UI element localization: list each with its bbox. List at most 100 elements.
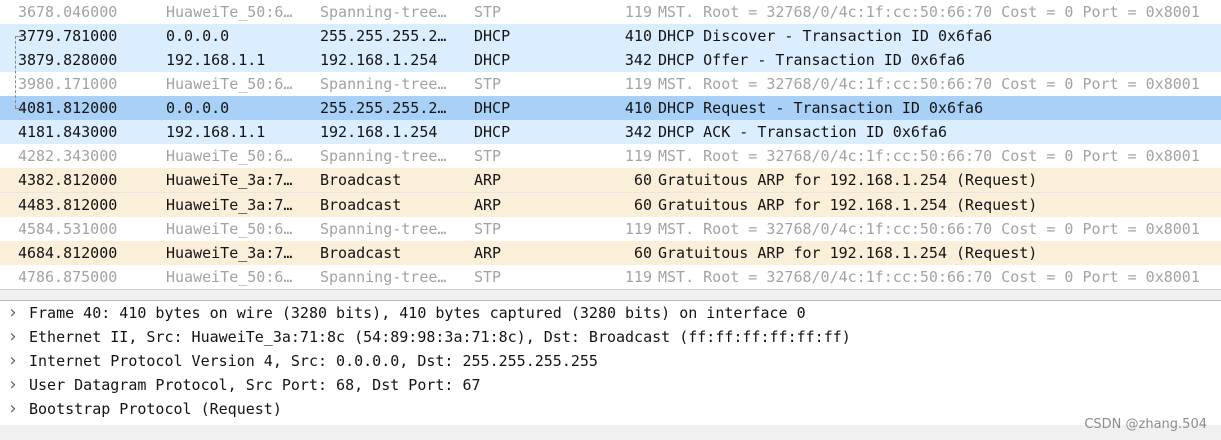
packet-source: HuaweiTe_3a:7…	[166, 171, 293, 189]
packet-time: 83.812000	[36, 196, 118, 214]
packet-row[interactable]: 37 79.781000 0.0.0.0 255.255.255.2… DHCP 410 D…	[0, 24, 1221, 48]
pane-splitter[interactable]	[0, 289, 1221, 301]
watermark: CSDN @zhang.504	[1084, 417, 1207, 432]
packet-info: MST. Root = 32768/0/4c:1f:cc:50:66:70 Co…	[658, 268, 1200, 286]
packet-row[interactable]: 41 81.843000 192.168.1.1 192.168.1.254 DHCP 3…	[0, 120, 1221, 144]
packet-info: Gratuitous ARP for 192.168.1.254 (Reques…	[658, 171, 1038, 189]
packet-row[interactable]: 47 86.875000 HuaweiTe_50:6… Spanning-tree… S…	[0, 265, 1221, 289]
chevron-right-icon[interactable]: ›	[6, 397, 20, 421]
packet-length: 342	[624, 51, 652, 69]
packet-number: 44	[17, 196, 36, 214]
detail-item-label: User Datagram Protocol, Src Port: 68, Ds…	[29, 376, 481, 394]
packet-info: DHCP ACK - Transaction ID 0x6fa6	[658, 123, 947, 141]
detail-tree-item[interactable]: › User Datagram Protocol, Src Port: 68, D…	[0, 373, 1221, 397]
packet-info: DHCP Discover - Transaction ID 0x6fa6	[658, 27, 993, 45]
packet-protocol: ARP	[474, 244, 502, 262]
packet-number: 36	[17, 3, 36, 21]
packet-protocol: DHCP	[474, 51, 511, 69]
packet-length: 119	[624, 268, 652, 286]
packet-source: HuaweiTe_3a:7…	[166, 196, 293, 214]
packet-time: 81.812000	[36, 99, 118, 117]
packet-source: 192.168.1.1	[166, 123, 266, 141]
packet-protocol: STP	[474, 3, 502, 21]
packet-protocol: ARP	[474, 171, 502, 189]
packet-destination: Spanning-tree…	[320, 268, 447, 286]
packet-destination: Broadcast	[320, 244, 402, 262]
packet-row[interactable]: 40 81.812000 0.0.0.0 255.255.255.2… DHCP 410 D…	[0, 96, 1221, 120]
related-packets-line	[15, 36, 16, 108]
packet-details-pane[interactable]: › Frame 40: 410 bytes on wire (3280 bits)…	[0, 301, 1221, 440]
packet-row[interactable]: 45 84.531000 HuaweiTe_50:6… Spanning-tree… S…	[0, 217, 1221, 241]
packet-time: 84.812000	[36, 244, 118, 262]
packet-info: MST. Root = 32768/0/4c:1f:cc:50:66:70 Co…	[658, 75, 1200, 93]
chevron-right-icon[interactable]: ›	[6, 301, 20, 325]
packet-destination: Spanning-tree…	[320, 3, 447, 21]
chevron-right-icon[interactable]: ›	[6, 349, 20, 373]
packet-length: 342	[624, 123, 652, 141]
packet-number: 41	[17, 123, 36, 141]
packet-number: 42	[17, 147, 36, 165]
detail-tree-item[interactable]: › Frame 40: 410 bytes on wire (3280 bits)…	[0, 301, 1221, 325]
detail-item-label: Frame 40: 410 bytes on wire (3280 bits),…	[29, 304, 806, 322]
detail-item-label: Ethernet II, Src: HuaweiTe_3a:71:8c (54:…	[29, 328, 851, 346]
packet-number: 45	[17, 220, 36, 238]
packet-info: Gratuitous ARP for 192.168.1.254 (Reques…	[658, 196, 1038, 214]
wireshark-window: 36 78.046000 HuaweiTe_50:6… Spanning-tree… S…	[0, 0, 1221, 440]
packet-length: 119	[624, 3, 652, 21]
packet-source: 192.168.1.1	[166, 51, 266, 69]
chevron-right-icon[interactable]: ›	[6, 373, 20, 397]
packet-info: Gratuitous ARP for 192.168.1.254 (Reques…	[658, 244, 1038, 262]
packet-destination: Spanning-tree…	[320, 75, 447, 93]
packet-length: 119	[624, 75, 652, 93]
packet-destination: Spanning-tree…	[320, 220, 447, 238]
packet-source: HuaweiTe_50:6…	[166, 268, 293, 286]
packet-time: 79.828000	[36, 51, 118, 69]
packet-info: DHCP Request - Transaction ID 0x6fa6	[658, 99, 984, 117]
packet-destination: Spanning-tree…	[320, 147, 447, 165]
detail-item-label: Internet Protocol Version 4, Src: 0.0.0.…	[29, 352, 598, 370]
related-packet-start-tick	[15, 36, 23, 37]
packet-number: 43	[17, 171, 36, 189]
packet-time: 78.046000	[36, 3, 118, 21]
packet-time: 79.781000	[36, 27, 118, 45]
packet-protocol: STP	[474, 147, 502, 165]
details-empty-area	[0, 425, 1221, 440]
packet-info: DHCP Offer - Transaction ID 0x6fa6	[658, 51, 966, 69]
packet-length: 119	[624, 147, 652, 165]
detail-item-label: Bootstrap Protocol (Request)	[29, 400, 282, 418]
packet-row[interactable]: 39 80.171000 HuaweiTe_50:6… Spanning-tree… S…	[0, 72, 1221, 96]
packet-time: 80.171000	[36, 75, 118, 93]
packet-time: 82.343000	[36, 147, 118, 165]
packet-row[interactable]: 42 82.343000 HuaweiTe_50:6… Spanning-tree… S…	[0, 144, 1221, 168]
packet-list[interactable]: 36 78.046000 HuaweiTe_50:6… Spanning-tree… S…	[0, 0, 1221, 289]
chevron-right-icon[interactable]: ›	[6, 325, 20, 349]
packet-source: HuaweiTe_50:6…	[166, 147, 293, 165]
packet-number: 47	[17, 268, 36, 286]
packet-protocol: ARP	[474, 196, 502, 214]
packet-number: 46	[17, 244, 36, 262]
packet-source: HuaweiTe_50:6…	[166, 220, 293, 238]
packet-row[interactable]: 46 84.812000 HuaweiTe_3a:7… Broadcast ARP 60 G…	[0, 241, 1221, 265]
detail-tree-item[interactable]: › Ethernet II, Src: HuaweiTe_3a:71:8c (54…	[0, 325, 1221, 349]
detail-tree-item[interactable]: › Internet Protocol Version 4, Src: 0.0.0…	[0, 349, 1221, 373]
packet-length: 410	[624, 99, 652, 117]
packet-time: 86.875000	[36, 268, 118, 286]
packet-length: 60	[633, 171, 652, 189]
packet-source: 0.0.0.0	[166, 99, 230, 117]
packet-time: 84.531000	[36, 220, 118, 238]
packet-destination: 255.255.255.2…	[320, 99, 447, 117]
packet-source: HuaweiTe_3a:7…	[166, 244, 293, 262]
packet-protocol: DHCP	[474, 123, 511, 141]
packet-row[interactable]: 36 78.046000 HuaweiTe_50:6… Spanning-tree… S…	[0, 0, 1221, 24]
packet-destination: Broadcast	[320, 196, 402, 214]
packet-source: HuaweiTe_50:6…	[166, 3, 293, 21]
packet-row[interactable]: 44 83.812000 HuaweiTe_3a:7… Broadcast ARP 60 G…	[0, 193, 1221, 217]
packet-destination: 192.168.1.254	[320, 51, 438, 69]
packet-length: 60	[633, 196, 652, 214]
packet-protocol: STP	[474, 268, 502, 286]
packet-row[interactable]: 38 79.828000 192.168.1.1 192.168.1.254 DHCP 3…	[0, 48, 1221, 72]
detail-tree-item[interactable]: › Bootstrap Protocol (Request)	[0, 397, 1221, 421]
packet-row[interactable]: 43 82.812000 HuaweiTe_3a:7… Broadcast ARP 60 G…	[0, 168, 1221, 193]
packet-source: 0.0.0.0	[166, 27, 230, 45]
packet-destination: 255.255.255.2…	[320, 27, 447, 45]
